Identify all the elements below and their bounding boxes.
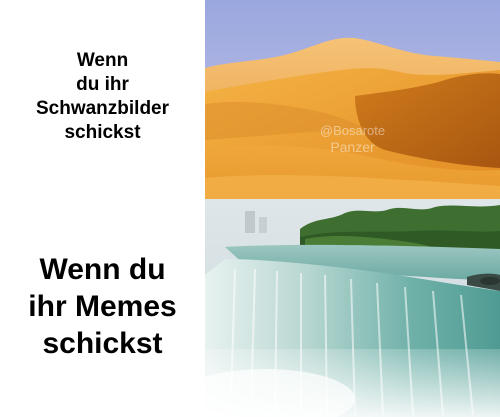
desert-image: @Bosarote Panzer — [205, 0, 500, 199]
waterfall-image — [205, 199, 500, 417]
desert-illustration — [205, 0, 500, 199]
caption-bottom: Wenn du ihr Memes schickst — [28, 252, 177, 360]
meme-panel: Wenn du ihr Schwanzbilder schickst @Bosa… — [0, 0, 500, 417]
caption-top: Wenn du ihr Schwanzbilder schickst — [35, 49, 170, 143]
meme-row-bottom: Wenn du ihr Memes schickst — [0, 199, 500, 417]
waterfall-illustration — [205, 199, 500, 417]
meme-row-top: Wenn du ihr Schwanzbilder schickst @Bosa… — [0, 0, 500, 199]
